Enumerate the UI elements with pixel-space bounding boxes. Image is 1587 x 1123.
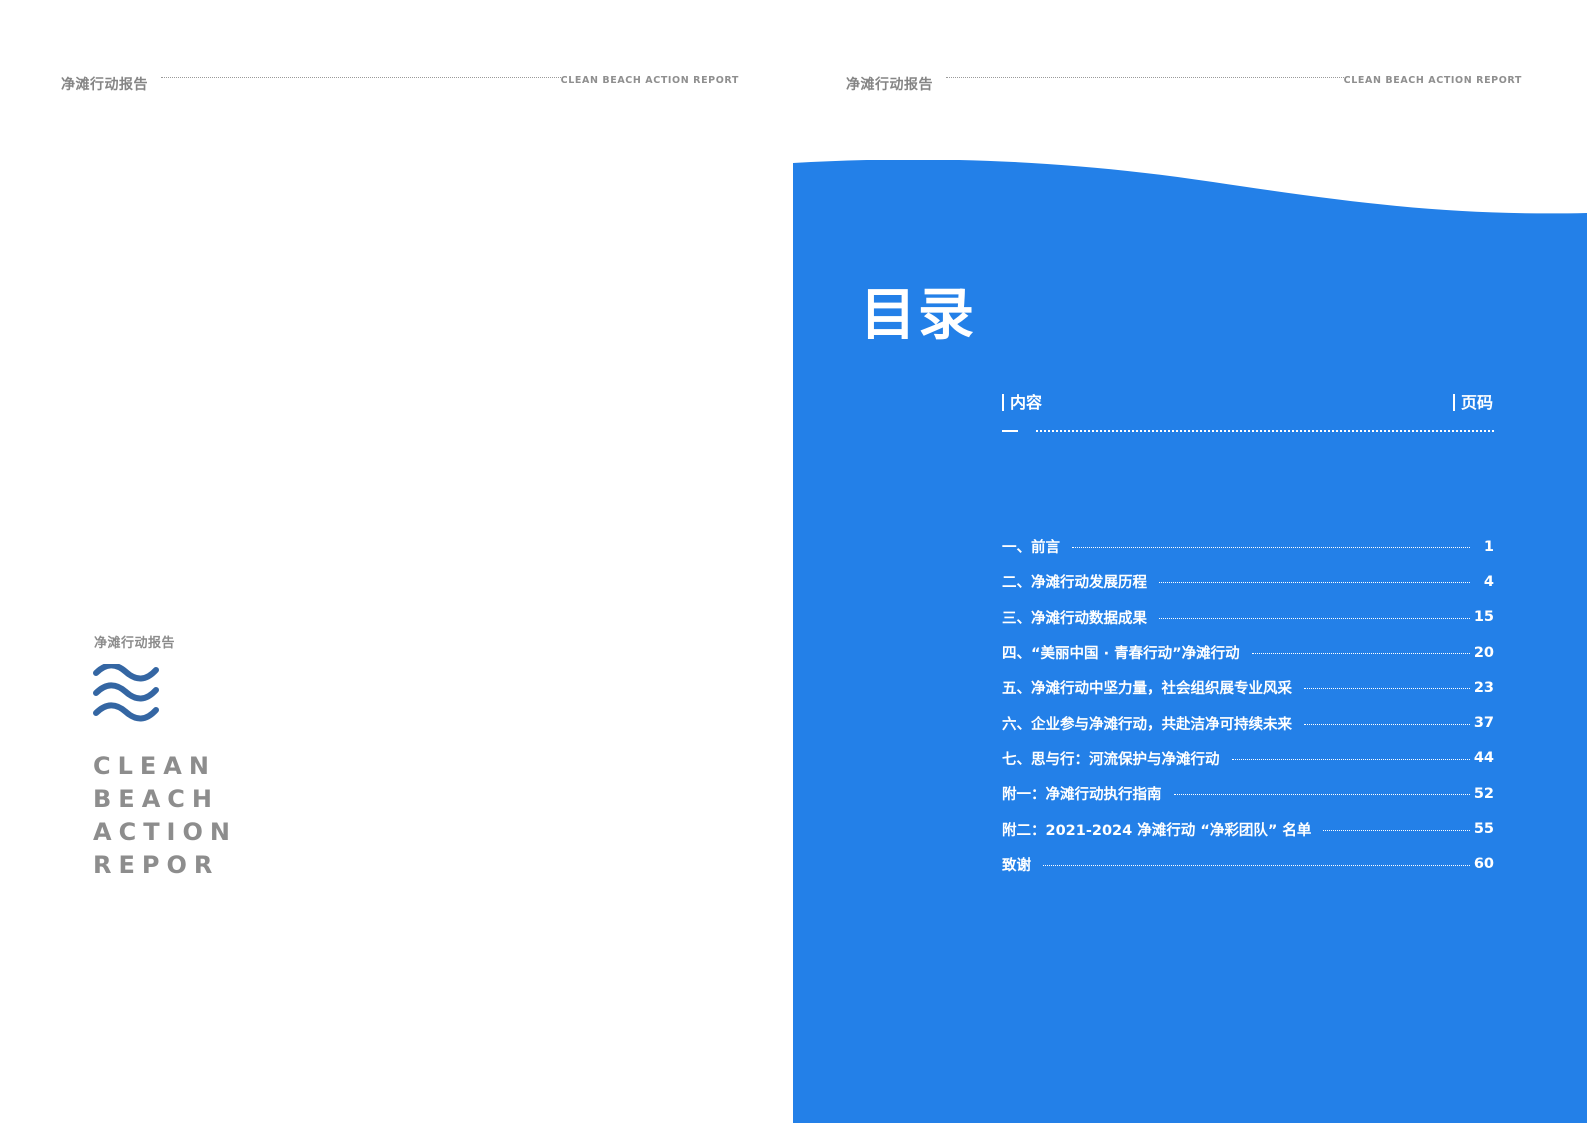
toc-entry-page: 23: [1473, 679, 1494, 696]
rule-accent: [1002, 430, 1018, 432]
toc-entry-page: 4: [1483, 573, 1494, 590]
wave-stroke-middle: [93, 682, 159, 702]
header-title-en: CLEAN BEACH ACTION REPORT: [560, 75, 739, 86]
toc-header-rule: [1002, 430, 1494, 433]
toc-entry-beautiful-china[interactable]: 四、“美丽中国 · 青春行动”净滩行动 20: [1002, 635, 1494, 670]
toc-entry-label: 致谢: [1002, 857, 1031, 874]
header-dotted-rule: [161, 77, 563, 78]
toc-entry-page: 15: [1473, 609, 1494, 626]
toc-entry-page: 1: [1483, 538, 1494, 555]
column-header-page: 页码: [1453, 394, 1493, 411]
toc-entry-label: 二、净滩行动发展历程: [1002, 575, 1147, 592]
toc-leader-dots: [1323, 829, 1470, 831]
toc-leader-dots: [1159, 582, 1470, 584]
brand-line-1: CLEAN: [93, 752, 216, 780]
brand-line-4: REPOR: [93, 851, 220, 879]
toc-entry-data-results[interactable]: 三、净滩行动数据成果 15: [1002, 600, 1494, 635]
toc-leader-dots: [1072, 547, 1470, 549]
toc-entry-page: 52: [1473, 785, 1494, 802]
toc-entry-label: 附二：2021-2024 净滩行动 “净彩团队” 名单: [1002, 822, 1312, 839]
toc-entry-river-protection[interactable]: 七、思与行：河流保护与净滩行动 44: [1002, 741, 1494, 776]
header-title-cn: 净滩行动报告: [846, 77, 933, 93]
toc-leader-dots: [1304, 688, 1470, 690]
toc-entry-page: 44: [1473, 750, 1494, 767]
toc-entry-page: 55: [1473, 821, 1494, 838]
toc-entry-preface[interactable]: 一、前言 1: [1002, 529, 1494, 564]
toc-entry-label: 五、净滩行动中坚力量，社会组织展专业风采: [1002, 681, 1292, 698]
toc-entry-appendix-guide[interactable]: 附一：净滩行动执行指南 52: [1002, 776, 1494, 811]
toc-entry-acknowledgements[interactable]: 致谢 60: [1002, 847, 1494, 882]
toc-entry-history[interactable]: 二、净滩行动发展历程 4: [1002, 564, 1494, 599]
toc-entry-page: 20: [1473, 644, 1494, 661]
toc-entry-label: 三、净滩行动数据成果: [1002, 610, 1147, 627]
rule-dotted: [1036, 430, 1494, 432]
wave-stroke-bottom: [93, 702, 159, 722]
toc-entry-page: 37: [1473, 715, 1494, 732]
toc-entry-label: 一、前言: [1002, 540, 1060, 557]
toc-entry-social-organizations[interactable]: 五、净滩行动中坚力量，社会组织展专业风采 23: [1002, 670, 1494, 705]
header-title-cn: 净滩行动报告: [61, 77, 148, 93]
toc-leader-dots: [1231, 758, 1470, 760]
toc-leader-dots: [1159, 617, 1470, 619]
brand-line-3: ACTION: [93, 818, 237, 846]
toc-title: 目录: [860, 283, 976, 348]
header-dotted-rule: [946, 77, 1346, 78]
toc-leader-dots: [1043, 864, 1470, 866]
toc-entry-label: 六、企业参与净滩行动，共赴洁净可持续未来: [1002, 716, 1292, 733]
running-header-right: 净滩行动报告 CLEAN BEACH ACTION REPORT: [846, 70, 1522, 94]
wave-stroke-top: [93, 664, 159, 682]
brand-title-cn: 净滩行动报告: [94, 636, 176, 651]
toc-leader-dots: [1173, 794, 1470, 796]
running-header-left: 净滩行动报告 CLEAN BEACH ACTION REPORT: [61, 70, 739, 94]
toc-entry-page: 60: [1473, 856, 1494, 873]
wave-icon: [93, 664, 159, 722]
brand-title-en: CLEAN BEACH ACTION REPOR: [93, 750, 237, 882]
toc-list: 一、前言 1 二、净滩行动发展历程 4 三、净滩行动数据成果 15 四、“美丽中…: [1002, 529, 1494, 882]
toc-entry-enterprises[interactable]: 六、企业参与净滩行动，共赴洁净可持续未来 37: [1002, 705, 1494, 740]
toc-entry-appendix-teams[interactable]: 附二：2021-2024 净滩行动 “净彩团队” 名单 55: [1002, 811, 1494, 846]
toc-leader-dots: [1304, 723, 1470, 725]
toc-entry-label: 附一：净滩行动执行指南: [1002, 787, 1162, 804]
header-title-en: CLEAN BEACH ACTION REPORT: [1343, 75, 1522, 86]
toc-entry-label: 四、“美丽中国 · 青春行动”净滩行动: [1002, 646, 1240, 663]
column-header-content: 内容: [1002, 394, 1042, 411]
toc-leader-dots: [1251, 653, 1470, 655]
brand-line-2: BEACH: [93, 785, 219, 813]
toc-entry-label: 七、思与行：河流保护与净滩行动: [1002, 751, 1220, 768]
